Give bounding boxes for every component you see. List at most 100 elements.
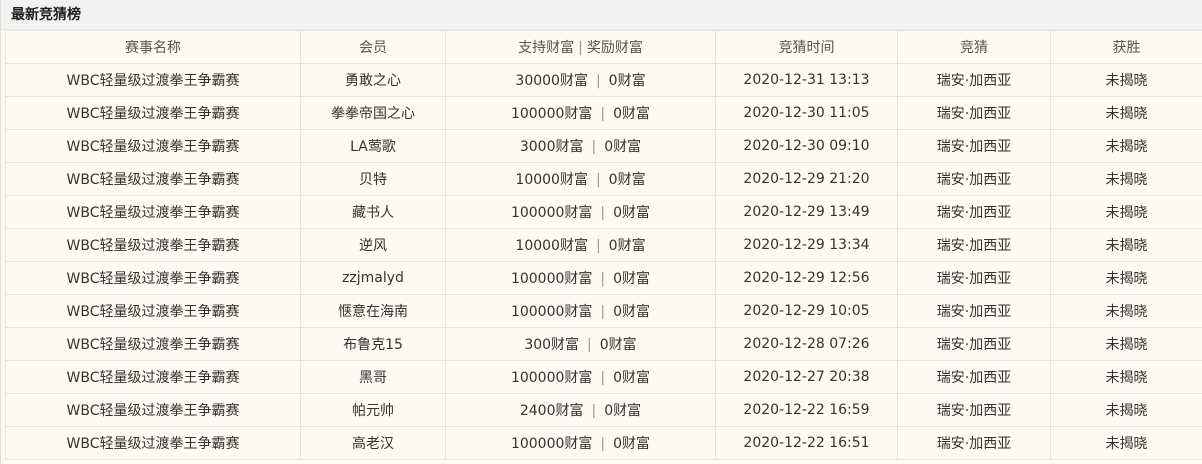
cell-support-reward: 30000财富 | 0财富: [445, 63, 716, 97]
table-row: WBC轻量级过渡拳王争霸赛 勇敢之心 30000财富 | 0财富 2020-12-31 1…: [5, 63, 1202, 97]
cell-pick: 瑞安·加西亚: [897, 228, 1051, 262]
cell-support-reward: 100000财富 | 0财富: [445, 96, 716, 130]
amount-separator: |: [600, 370, 606, 386]
cell-pick: 瑞安·加西亚: [897, 393, 1051, 427]
cell-member: 拳拳帝国之心: [300, 96, 446, 130]
support-amount: 30000财富: [515, 73, 588, 89]
cell-member: 高老汉: [300, 426, 446, 460]
guess-table: 赛事名称 会员 支持财富 | 奖励财富 竞猜时间 竞猜 获胜 WBC轻量级过渡拳王争…: [5, 30, 1202, 460]
amount-separator: |: [600, 436, 606, 452]
header-winner: 获胜: [1050, 30, 1202, 64]
reward-amount: 0财富: [604, 403, 642, 419]
support-amount: 100000财富: [510, 271, 593, 287]
cell-event: WBC轻量级过渡拳王争霸赛: [5, 327, 301, 361]
cell-time: 2020-12-29 13:49: [715, 195, 898, 229]
reward-amount: 0财富: [608, 238, 646, 254]
cell-pick: 瑞安·加西亚: [897, 261, 1051, 295]
cell-time: 2020-12-29 13:34: [715, 228, 898, 262]
support-amount: 300财富: [524, 337, 580, 353]
reward-amount: 0财富: [604, 139, 642, 155]
cell-event: WBC轻量级过渡拳王争霸赛: [5, 294, 301, 328]
cell-event: WBC轻量级过渡拳王争霸赛: [5, 129, 301, 163]
support-amount: 2400财富: [519, 403, 584, 419]
cell-winner: 未揭晓: [1050, 162, 1202, 196]
reward-amount: 0财富: [613, 205, 651, 221]
cell-member: 贝特: [300, 162, 446, 196]
cell-time: 2020-12-29 21:20: [715, 162, 898, 196]
cell-member: 黑哥: [300, 360, 446, 394]
cell-time: 2020-12-27 20:38: [715, 360, 898, 394]
table-row: WBC轻量级过渡拳王争霸赛 拳拳帝国之心 100000财富 | 0财富 2020-12-3…: [5, 96, 1202, 130]
cell-support-reward: 3000财富 | 0财富: [445, 129, 716, 163]
cell-support-reward: 100000财富 | 0财富: [445, 195, 716, 229]
cell-support-reward: 10000财富 | 0财富: [445, 228, 716, 262]
cell-support-reward: 100000财富 | 0财富: [445, 426, 716, 460]
amount-separator: |: [591, 403, 597, 419]
header-member: 会员: [300, 30, 446, 64]
cell-pick: 瑞安·加西亚: [897, 129, 1051, 163]
cell-pick: 瑞安·加西亚: [897, 327, 1051, 361]
cell-winner: 未揭晓: [1050, 63, 1202, 97]
reward-amount: 0财富: [613, 436, 651, 452]
table-row: WBC轻量级过渡拳王争霸赛 黑哥 100000财富 | 0财富 2020-12-27 20…: [5, 360, 1202, 394]
table-row: WBC轻量级过渡拳王争霸赛 藏书人 100000财富 | 0财富 2020-12-29 1…: [5, 195, 1202, 229]
cell-event: WBC轻量级过渡拳王争霸赛: [5, 426, 301, 460]
table-body: WBC轻量级过渡拳王争霸赛 勇敢之心 30000财富 | 0财富 2020-12-31 1…: [5, 63, 1202, 460]
cell-pick: 瑞安·加西亚: [897, 162, 1051, 196]
cell-pick: 瑞安·加西亚: [897, 96, 1051, 130]
cell-winner: 未揭晓: [1050, 393, 1202, 427]
amount-separator: |: [595, 172, 601, 188]
cell-member: 逆风: [300, 228, 446, 262]
cell-pick: 瑞安·加西亚: [897, 426, 1051, 460]
cell-time: 2020-12-28 07:26: [715, 327, 898, 361]
header-pick: 竞猜: [897, 30, 1051, 64]
table-row: WBC轻量级过渡拳王争霸赛 惬意在海南 100000财富 | 0财富 2020-12-29…: [5, 294, 1202, 328]
table-row: WBC轻量级过渡拳王争霸赛 zzjmalyd 100000财富 | 0财富 2020-12…: [5, 261, 1202, 295]
cell-member: zzjmalyd: [300, 261, 446, 295]
header-support: 支持财富: [518, 40, 575, 56]
amount-separator: |: [595, 238, 601, 254]
amount-separator: |: [600, 205, 606, 221]
support-amount: 10000财富: [515, 172, 588, 188]
cell-member: 勇敢之心: [300, 63, 446, 97]
support-amount: 100000财富: [510, 106, 593, 122]
amount-separator: |: [587, 337, 592, 353]
support-amount: 100000财富: [510, 205, 593, 221]
cell-winner: 未揭晓: [1050, 195, 1202, 229]
cell-time: 2020-12-22 16:59: [715, 393, 898, 427]
cell-winner: 未揭晓: [1050, 96, 1202, 130]
cell-event: WBC轻量级过渡拳王争霸赛: [5, 63, 301, 97]
cell-event: WBC轻量级过渡拳王争霸赛: [5, 393, 301, 427]
table-row: WBC轻量级过渡拳王争霸赛 逆风 10000财富 | 0财富 2020-12-29 13:…: [5, 228, 1202, 262]
table-row: WBC轻量级过渡拳王争霸赛 布鲁克15 300财富 | 0财富 2020-12-28 07…: [5, 327, 1202, 361]
cell-member: 惬意在海南: [300, 294, 446, 328]
cell-member: 帕元帅: [300, 393, 446, 427]
support-amount: 100000财富: [510, 304, 593, 320]
table-row: WBC轻量级过渡拳王争霸赛 帕元帅 2400财富 | 0财富 2020-12-22 16:…: [5, 393, 1202, 427]
header-reward: 奖励财富: [586, 40, 643, 56]
amount-separator: |: [600, 304, 606, 320]
table-header-row: 赛事名称 会员 支持财富 | 奖励财富 竞猜时间 竞猜 获胜: [5, 30, 1202, 64]
reward-amount: 0财富: [613, 370, 651, 386]
header-separator: |: [578, 40, 583, 56]
cell-winner: 未揭晓: [1050, 294, 1202, 328]
reward-amount: 0财富: [608, 172, 646, 188]
cell-time: 2020-12-31 13:13: [715, 63, 898, 97]
latest-guess-panel: 最新竞猜榜 赛事名称 会员 支持财富 | 奖励财富 竞猜时间 竞猜 获胜 WBC轻量…: [0, 0, 1202, 464]
amount-separator: |: [595, 73, 601, 89]
amount-separator: |: [591, 139, 597, 155]
cell-pick: 瑞安·加西亚: [897, 360, 1051, 394]
cell-pick: 瑞安·加西亚: [897, 195, 1051, 229]
cell-time: 2020-12-30 11:05: [715, 96, 898, 130]
table-row: WBC轻量级过渡拳王争霸赛 LA莺歌 3000财富 | 0财富 2020-12-30 09…: [5, 129, 1202, 163]
cell-support-reward: 10000财富 | 0财富: [445, 162, 716, 196]
cell-event: WBC轻量级过渡拳王争霸赛: [5, 228, 301, 262]
amount-separator: |: [600, 271, 606, 287]
reward-amount: 0财富: [608, 73, 646, 89]
cell-winner: 未揭晓: [1050, 360, 1202, 394]
reward-amount: 0财富: [613, 271, 651, 287]
table-row: WBC轻量级过渡拳王争霸赛 贝特 10000财富 | 0财富 2020-12-29 21:…: [5, 162, 1202, 196]
cell-member: LA莺歌: [300, 129, 446, 163]
reward-amount: 0财富: [613, 106, 651, 122]
support-amount: 100000财富: [510, 370, 593, 386]
